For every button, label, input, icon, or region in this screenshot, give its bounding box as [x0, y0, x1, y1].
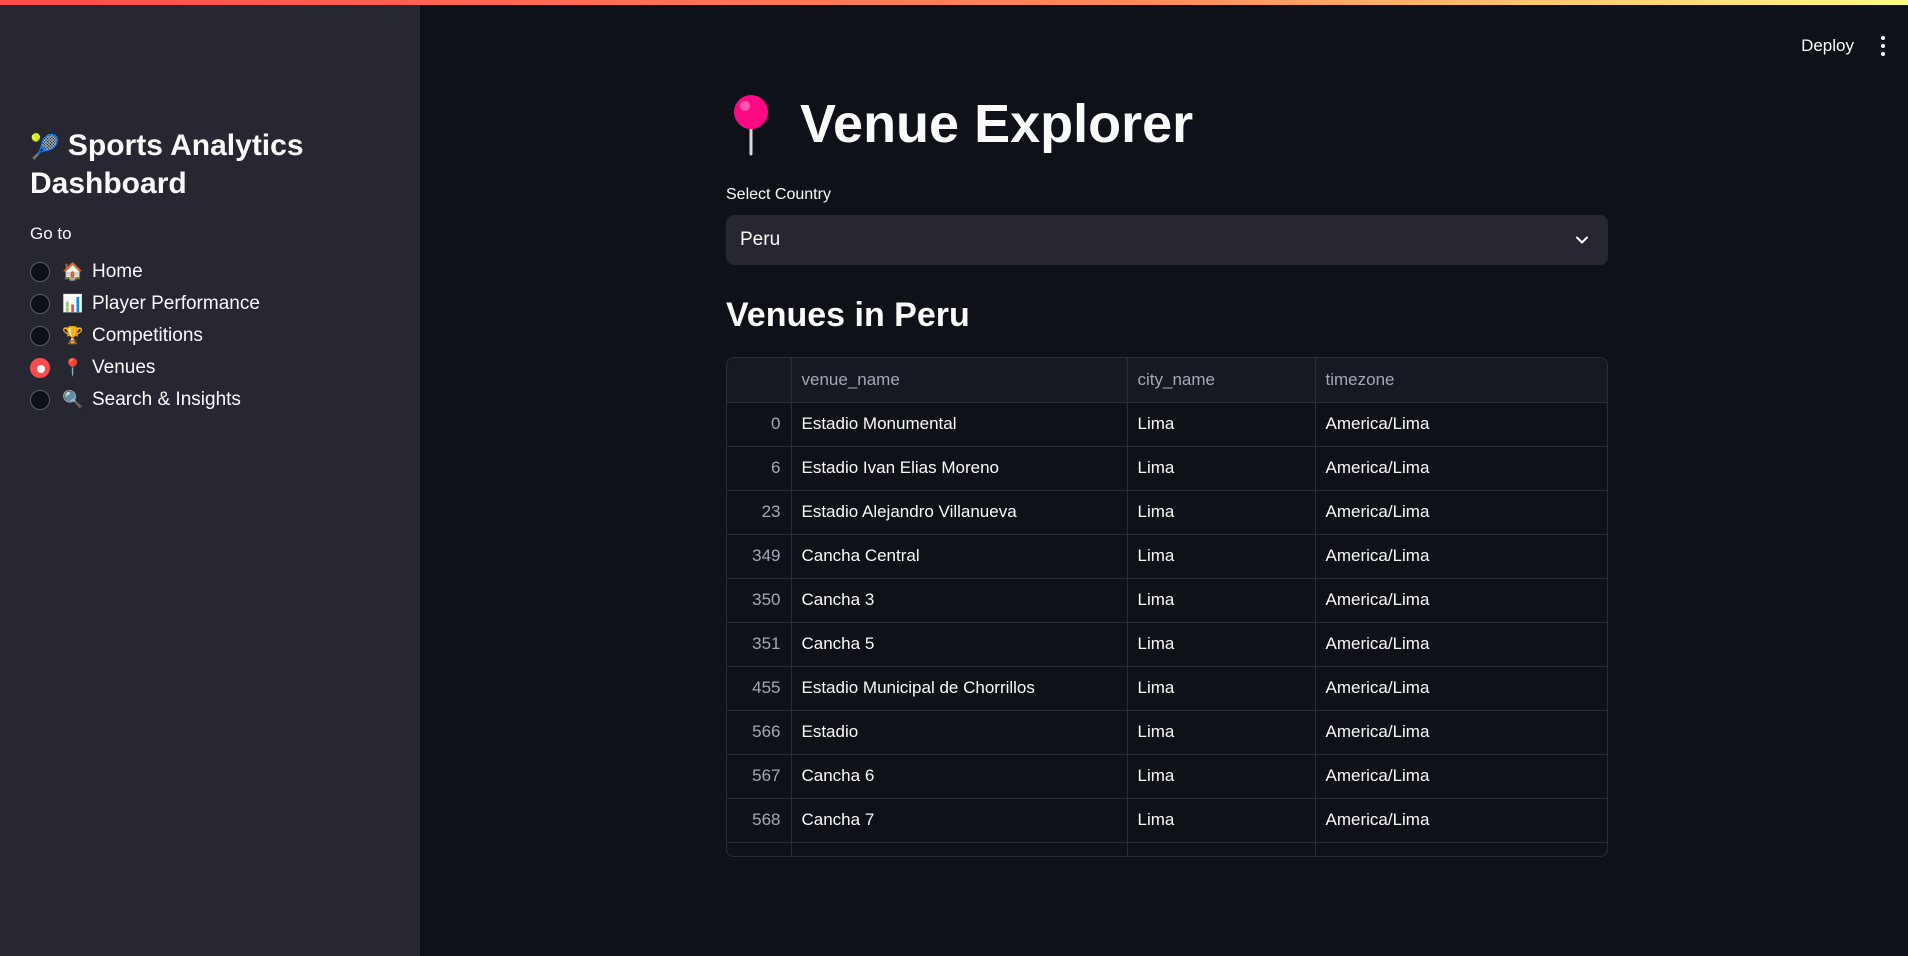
- table-cell: Lima: [1127, 754, 1316, 799]
- deploy-button[interactable]: Deploy: [1801, 36, 1854, 56]
- row-index-cell: 566: [727, 710, 792, 755]
- table-cell: America/Lima: [1315, 666, 1607, 711]
- table-row[interactable]: [727, 842, 1607, 856]
- nav-item-home[interactable]: 🏠 Home: [30, 256, 260, 288]
- table-cell: Lima: [1127, 578, 1316, 623]
- page-title: Venue Explorer: [726, 92, 1193, 156]
- radio-unselected-icon[interactable]: [30, 294, 50, 314]
- row-index-cell: 6: [727, 446, 792, 491]
- country-select-label: Select Country: [726, 186, 831, 203]
- table-cell: America/Lima: [1315, 490, 1607, 535]
- row-index-cell: 351: [727, 622, 792, 667]
- country-select-value: Peru: [740, 229, 781, 250]
- tennis-ball-icon: 🎾: [30, 134, 60, 161]
- column-header-venue-name[interactable]: venue_name: [791, 358, 1128, 403]
- nav-label: Go to: [30, 224, 72, 243]
- nav-item-label: Search & Insights: [92, 389, 241, 410]
- table-cell: Estadio Ivan Elias Moreno: [791, 446, 1128, 491]
- nav-item-competitions[interactable]: 🏆 Competitions: [30, 320, 260, 352]
- radio-unselected-icon[interactable]: [30, 262, 50, 282]
- row-index-cell: 455: [727, 666, 792, 711]
- table-row[interactable]: 0 Estadio Monumental Lima America/Lima: [727, 402, 1607, 447]
- table-cell: [791, 842, 1128, 856]
- column-header-timezone[interactable]: timezone: [1315, 358, 1607, 403]
- column-header-index[interactable]: [727, 358, 792, 403]
- table-row[interactable]: 6 Estadio Ivan Elias Moreno Lima America/Li…: [727, 446, 1607, 491]
- nav-emoji-icon: 🏆: [62, 326, 84, 345]
- page-title-text: Venue Explorer: [800, 94, 1194, 154]
- table-cell: Cancha 7: [791, 798, 1128, 843]
- header-actions: Deploy: [1801, 36, 1886, 56]
- table-row[interactable]: 23 Estadio Alejandro Villanueva Lima Americ…: [727, 490, 1607, 535]
- table-cell: Estadio: [791, 710, 1128, 755]
- nav-emoji-icon: 📊: [62, 294, 84, 313]
- table-cell: Lima: [1127, 534, 1316, 579]
- table-cell: Cancha 6: [791, 754, 1128, 799]
- table-row[interactable]: 567 Cancha 6 Lima America/Lima: [727, 754, 1607, 799]
- row-index-cell: 0: [727, 402, 792, 447]
- table-row[interactable]: 350 Cancha 3 Lima America/Lima: [727, 578, 1607, 623]
- table-cell: Lima: [1127, 622, 1316, 667]
- nav-emoji-icon: 🔍: [62, 390, 84, 409]
- table-cell: America/Lima: [1315, 622, 1607, 667]
- row-index-cell: 349: [727, 534, 792, 579]
- app-title: 🎾 Sports Analytics Dashboard: [30, 128, 390, 202]
- table-cell: Estadio Alejandro Villanueva: [791, 490, 1128, 535]
- table-row[interactable]: 455 Estadio Municipal de Chorrillos Lima Am…: [727, 666, 1607, 711]
- nav-item-label: Player Performance: [92, 293, 260, 314]
- chevron-down-icon: [1576, 236, 1588, 244]
- kebab-menu-icon[interactable]: [1880, 36, 1886, 56]
- nav-emoji-icon: 📍: [62, 358, 84, 377]
- table-cell: America/Lima: [1315, 534, 1607, 579]
- table-cell: Lima: [1127, 446, 1316, 491]
- table-cell: Lima: [1127, 402, 1316, 447]
- table-cell: Lima: [1127, 798, 1316, 843]
- table-cell: Cancha 5: [791, 622, 1128, 667]
- nav-item-venues[interactable]: 📍 Venues: [30, 352, 260, 384]
- table-header-row: venue_name city_name timezone: [727, 358, 1607, 403]
- nav-item-search-insights[interactable]: 🔍 Search & Insights: [30, 384, 260, 416]
- country-select[interactable]: Peru: [726, 215, 1608, 265]
- table-row[interactable]: 568 Cancha 7 Lima America/Lima: [727, 798, 1607, 843]
- table-cell: America/Lima: [1315, 446, 1607, 491]
- row-index-cell: [727, 842, 792, 856]
- top-decoration-bar: [0, 0, 1908, 5]
- venues-table[interactable]: venue_name city_name timezone 0 Estadio M…: [726, 357, 1608, 857]
- table-cell: Lima: [1127, 710, 1316, 755]
- column-header-city-name[interactable]: city_name: [1127, 358, 1316, 403]
- row-index-cell: 567: [727, 754, 792, 799]
- nav-emoji-icon: 🏠: [62, 262, 84, 281]
- table-cell: Lima: [1127, 490, 1316, 535]
- nav-item-label: Competitions: [92, 325, 203, 346]
- table-cell: [1127, 842, 1316, 856]
- table-cell: Cancha 3: [791, 578, 1128, 623]
- radio-unselected-icon[interactable]: [30, 390, 50, 410]
- table-cell: [1315, 842, 1607, 856]
- table-cell: Estadio Municipal de Chorrillos: [791, 666, 1128, 711]
- sidebar: 🎾 Sports Analytics Dashboard Go to 🏠 Home 📊…: [0, 0, 420, 956]
- row-index-cell: 23: [727, 490, 792, 535]
- table-cell: America/Lima: [1315, 798, 1607, 843]
- nav-item-label: Venues: [92, 357, 156, 378]
- table-cell: America/Lima: [1315, 578, 1607, 623]
- table-row[interactable]: 351 Cancha 5 Lima America/Lima: [727, 622, 1607, 667]
- nav-radio-group: 🏠 Home 📊 Player Performance 🏆 Competitions 📍 Ve…: [30, 256, 260, 416]
- table-row[interactable]: 566 Estadio Lima America/Lima: [727, 710, 1607, 755]
- nav-item-player-performance[interactable]: 📊 Player Performance: [30, 288, 260, 320]
- row-index-cell: 568: [727, 798, 792, 843]
- radio-selected-icon[interactable]: [30, 358, 50, 378]
- row-index-cell: 350: [727, 578, 792, 623]
- app-title-text: Sports Analytics Dashboard: [30, 129, 304, 200]
- nav-item-label: Home: [92, 261, 143, 282]
- table-cell: America/Lima: [1315, 754, 1607, 799]
- table-row[interactable]: 349 Cancha Central Lima America/Lima: [727, 534, 1607, 579]
- radio-unselected-icon[interactable]: [30, 326, 50, 346]
- table-cell: America/Lima: [1315, 402, 1607, 447]
- table-cell: America/Lima: [1315, 710, 1607, 755]
- round-pushpin-icon: [734, 95, 768, 156]
- table-cell: Lima: [1127, 666, 1316, 711]
- table-cell: Estadio Monumental: [791, 402, 1128, 447]
- venues-section-title: Venues in Peru: [726, 296, 970, 334]
- table-cell: Cancha Central: [791, 534, 1128, 579]
